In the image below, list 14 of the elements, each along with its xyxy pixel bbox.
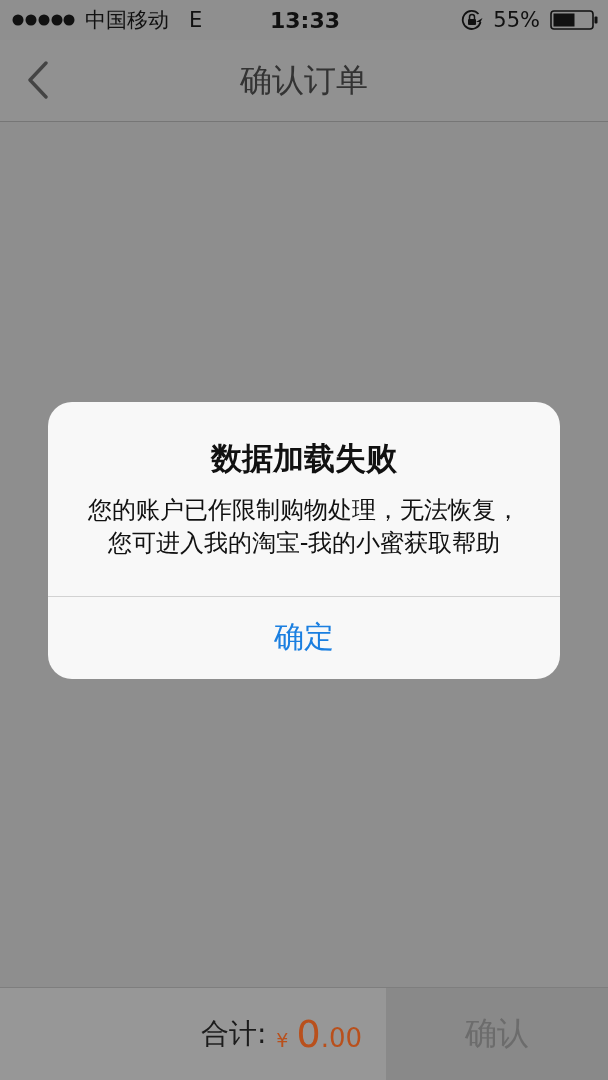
dialog-title: 数据加载失败 — [211, 438, 397, 478]
rotation-lock-icon — [461, 9, 484, 31]
page-title: 确认订单 — [240, 59, 368, 101]
network-type: E — [189, 8, 203, 32]
battery-icon — [550, 10, 598, 30]
back-chevron-icon — [27, 61, 49, 99]
battery-percentage: 55% — [493, 8, 540, 32]
signal-dots-icon — [12, 14, 75, 26]
carrier-name: 中国移动 — [85, 7, 169, 34]
status-time: 13:33 — [270, 7, 340, 33]
dialog-message: 您的账户已作限制购物处理，无法恢复，您可进入我的淘宝-我的小蜜获取帮助 — [87, 494, 521, 559]
total-label: 合计: — [200, 1016, 267, 1052]
ok-button[interactable]: 确定 — [48, 596, 560, 679]
total-price: ¥ 0.00 — [276, 1012, 362, 1056]
